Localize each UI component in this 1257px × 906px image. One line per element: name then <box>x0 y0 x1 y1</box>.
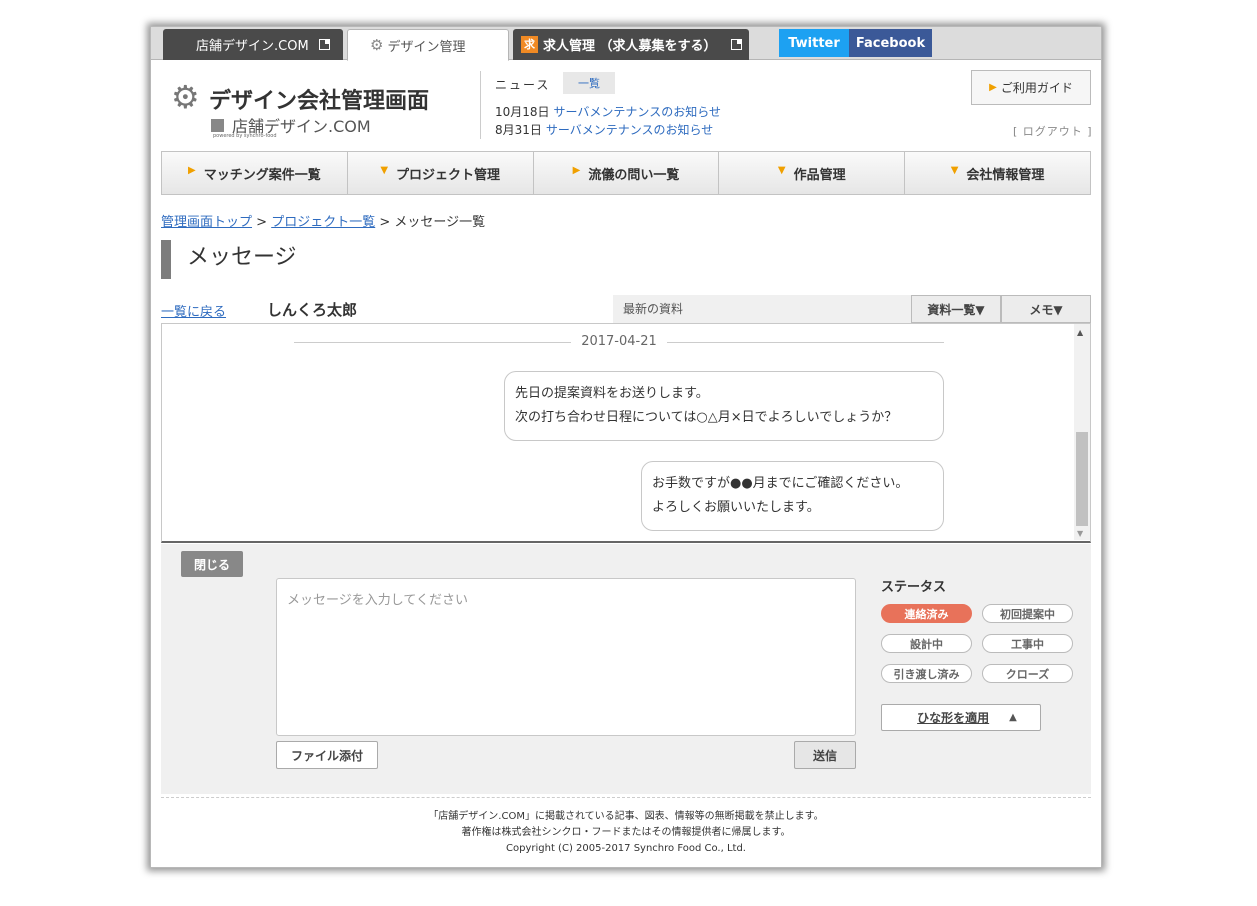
header-divider <box>480 71 481 139</box>
back-to-list-link[interactable]: 一覧に戻る <box>161 301 226 320</box>
app-window: 店舗デザイン.COM ⚙ デザイン管理 求 求人管理 （求人募集をする） Twi… <box>150 26 1102 868</box>
news-item: 8月31日 サーバメンテナンスのお知らせ <box>495 121 713 138</box>
news-link[interactable]: サーバメンテナンスのお知らせ <box>546 123 713 137</box>
news-item: 10月18日 サーバメンテナンスのお知らせ <box>495 103 721 120</box>
breadcrumb-current: メッセージ一覧 <box>394 215 486 230</box>
footer: 「店舗デザイン.COM」に掲載されている記事、図表、情報等の無断掲載を禁止します… <box>151 809 1101 857</box>
tab-label: デザイン管理 <box>387 39 466 55</box>
docs-list-button[interactable]: 資料一覧▼ <box>911 295 1001 323</box>
gear-logo-icon: ⚙ <box>171 78 200 116</box>
header: ⚙ デザイン会社管理画面 店舗デザイン.COM powered by synch… <box>151 61 1101 151</box>
message-line: 先日の提案資料をお送りします。 <box>515 386 709 401</box>
main-nav: ▶ マッチング案件一覧 ▼ プロジェクト管理 ▶ 流儀の問い一覧 ▼ 作品管理 ▼ 会社情… <box>161 151 1091 195</box>
nav-label: 会社情報管理 <box>966 167 1045 183</box>
nav-item-matching[interactable]: ▶ マッチング案件一覧 <box>162 152 348 194</box>
tab-tenpo-design[interactable]: 店舗デザイン.COM <box>163 29 343 60</box>
status-contacted[interactable]: 連絡済み <box>881 604 972 623</box>
status-title: ステータス <box>881 580 947 595</box>
partner-name: しんくろ太郎 <box>267 301 358 319</box>
breadcrumb-home[interactable]: 管理画面トップ <box>161 215 252 230</box>
scroll-thumb[interactable] <box>1076 432 1088 526</box>
powered-by: powered by synchro-food <box>213 133 277 139</box>
thread-date: 2017-04-21 <box>571 334 667 349</box>
external-link-icon <box>318 39 330 50</box>
twitter-button[interactable]: Twitter <box>779 29 849 57</box>
news-label: ニュース <box>495 78 551 92</box>
footer-separator <box>161 797 1091 798</box>
nav-label: 作品管理 <box>793 167 846 183</box>
nav-item-questions[interactable]: ▶ 流儀の問い一覧 <box>534 152 720 194</box>
tab-recruit-management[interactable]: 求 求人管理 （求人募集をする） <box>513 29 749 60</box>
triangle-up-icon: ▲ <box>1009 712 1017 723</box>
status-delivered[interactable]: 引き渡し済み <box>881 664 972 683</box>
message-thread[interactable]: 2017-04-21 先日の提案資料をお送りします。 次の打ち合わせ日程について… <box>161 323 1091 543</box>
box-icon <box>211 118 224 132</box>
template-label: ひな形を適用 <box>917 711 990 725</box>
status-designing[interactable]: 設計中 <box>881 634 972 653</box>
status-construction[interactable]: 工事中 <box>982 634 1073 653</box>
scroll-down-icon[interactable]: ▼ <box>1077 529 1083 538</box>
message-bubble: お手数ですが●●月までにご確認ください。 よろしくお願いいたします。 <box>641 461 944 531</box>
logout-link[interactable]: [ ログアウト ] <box>1013 123 1093 139</box>
nav-label: 流儀の問い一覧 <box>588 167 680 183</box>
message-line: お手数ですが●●月までにご確認ください。 <box>652 476 909 491</box>
user-guide-button[interactable]: ▶ ご利用ガイド <box>971 70 1091 105</box>
date-separator-text: 2017-04-21 <box>294 334 944 349</box>
attach-file-button[interactable]: ファイル添付 <box>276 741 378 769</box>
breadcrumb: 管理画面トップ > プロジェクト一覧 > メッセージ一覧 <box>161 211 485 230</box>
thread-scrollbar[interactable]: ▲ ▼ <box>1074 324 1090 540</box>
tab-label: 求人管理 （求人募集をする） <box>543 39 717 54</box>
triangle-right-icon: ▶ <box>572 164 581 176</box>
news-link[interactable]: サーバメンテナンスのお知らせ <box>554 105 721 119</box>
status-first-proposal[interactable]: 初回提案中 <box>982 604 1073 623</box>
message-input[interactable] <box>276 578 856 736</box>
site-title: デザイン会社管理画面 <box>209 89 430 114</box>
breadcrumb-sep: > <box>379 215 391 230</box>
footer-rights: 著作権は株式会社シンクロ・フードまたはその情報提供者に帰属します。 <box>461 827 791 838</box>
gear-icon: ⚙ <box>370 36 384 54</box>
memo-button[interactable]: メモ▼ <box>1001 295 1091 323</box>
news-date: 8月31日 <box>495 123 542 137</box>
compose-panel: 閉じる ファイル添付 送信 ステータス 連絡済み 初回提案中 設計中 工事中 引… <box>161 544 1091 794</box>
nav-item-project[interactable]: ▼ プロジェクト管理 <box>348 152 534 194</box>
triangle-right-icon: ▶ <box>188 164 196 176</box>
tab-bar: 店舗デザイン.COM ⚙ デザイン管理 求 求人管理 （求人募集をする） Twi… <box>151 27 1101 61</box>
guide-label: ご利用ガイド <box>1000 81 1073 95</box>
nav-label: マッチング案件一覧 <box>203 167 321 183</box>
close-button[interactable]: 閉じる <box>181 551 243 577</box>
external-link-icon <box>730 39 742 50</box>
scroll-up-icon[interactable]: ▲ <box>1077 328 1083 337</box>
footer-copyright: Copyright (C) 2005-2017 Synchro Food Co.… <box>506 843 746 854</box>
triangle-down-icon: ▼ <box>380 164 389 176</box>
latest-docs-label: 最新の資料 <box>613 295 911 323</box>
facebook-button[interactable]: Facebook <box>849 29 932 57</box>
apply-template-button[interactable]: ひな形を適用 ▲ <box>881 704 1041 731</box>
page-title: メッセージ <box>161 240 297 279</box>
tab-design-management[interactable]: ⚙ デザイン管理 <box>347 29 509 61</box>
message-bubble: 先日の提案資料をお送りします。 次の打ち合わせ日程については○△月×日でよろしい… <box>504 371 944 441</box>
send-button[interactable]: 送信 <box>794 741 856 769</box>
nav-item-works[interactable]: ▼ 作品管理 <box>719 152 906 194</box>
footer-notice: 「店舗デザイン.COM」に掲載されている記事、図表、情報等の無断掲載を禁止します… <box>428 811 824 822</box>
tab-label: 店舗デザイン.COM <box>196 39 309 54</box>
recruit-badge-icon: 求 <box>521 36 538 53</box>
message-line: 次の打ち合わせ日程については○△月×日でよろしいでしょうか？ <box>515 410 898 425</box>
breadcrumb-sep: > <box>256 215 268 230</box>
news-date: 10月18日 <box>495 105 550 119</box>
message-line: よろしくお願いいたします。 <box>652 500 820 515</box>
nav-label: プロジェクト管理 <box>396 167 501 183</box>
status-closed[interactable]: クローズ <box>982 664 1073 683</box>
triangle-down-icon: ▼ <box>950 164 959 176</box>
date-separator: 2017-04-21 <box>294 334 944 350</box>
triangle-down-icon: ▼ <box>777 164 786 176</box>
breadcrumb-project[interactable]: プロジェクト一覧 <box>271 215 375 230</box>
news-list-button[interactable]: 一覧 <box>563 72 615 94</box>
nav-item-company[interactable]: ▼ 会社情報管理 <box>905 152 1090 194</box>
triangle-right-icon: ▶ <box>989 82 997 93</box>
